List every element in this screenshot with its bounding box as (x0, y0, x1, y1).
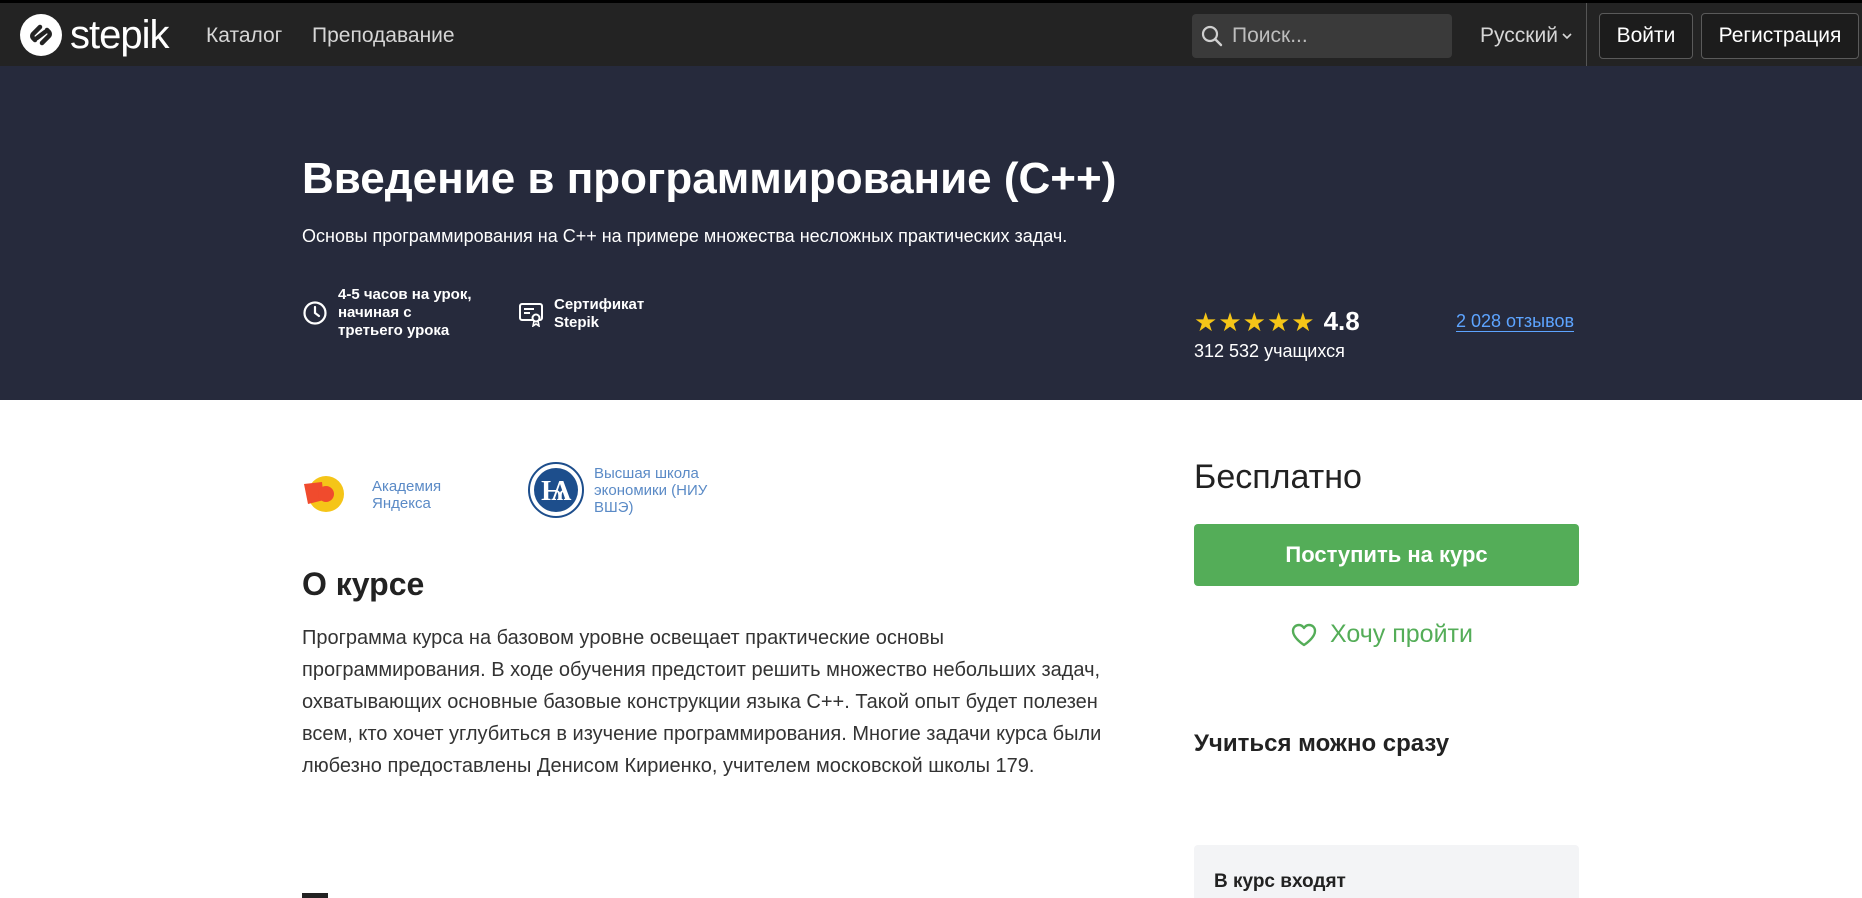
reviews-link[interactable]: 2 028 отзывов (1456, 311, 1575, 332)
search-icon (1200, 24, 1224, 48)
certificate-icon (518, 301, 544, 327)
course-subtitle: Основы программирования на C++ на пример… (302, 226, 1068, 246)
register-button[interactable]: Регистрация (1701, 13, 1859, 59)
workload-info: 4-5 часов на урок, начиная с третьего ур… (302, 286, 472, 340)
rating-value: 4.8 (1323, 306, 1360, 336)
star-icon: ★ (1266, 306, 1291, 337)
workload-text: 4-5 часов на урок, начиная с третьего ур… (338, 286, 472, 339)
partner-name: Высшая школа экономики (НИУ ВШЭ) (594, 464, 708, 516)
about-title: О курсе (302, 566, 425, 602)
about-text: Программа курса на базовом уровне освеща… (302, 627, 1102, 777)
nav-link-catalog[interactable]: Каталог (206, 24, 282, 48)
course-hero: Введение в программирование (C++) Основы… (0, 66, 1862, 400)
login-button[interactable]: Войти (1599, 13, 1693, 59)
wishlist-label: Хочу пройти (1330, 620, 1473, 648)
partner-name: Академия Яндекса (372, 478, 442, 512)
wishlist-button[interactable]: Хочу пройти (1290, 620, 1473, 649)
course-title: Введение в программирование (C++) (302, 154, 1117, 203)
includes-title: В курс входят (1214, 871, 1346, 892)
stepik-logo-icon (20, 14, 62, 56)
nav-divider (1586, 3, 1587, 69)
star-icon: ★ (1242, 306, 1266, 337)
stepik-logo[interactable]: stepik (20, 14, 169, 56)
language-label: Русский (1480, 24, 1558, 47)
search-input[interactable] (1232, 24, 1432, 48)
yandex-academy-logo-icon (302, 472, 348, 518)
certificate-info: Сертификат Stepik (518, 296, 648, 332)
star-icon: ★ (1218, 306, 1242, 337)
top-navbar: stepik Каталог Преподавание Русский Войт… (0, 0, 1862, 69)
hse-logo-icon: Ѩ (528, 462, 584, 518)
search-box[interactable] (1192, 14, 1452, 58)
chevron-down-icon (1562, 32, 1572, 40)
svg-text:Ѩ: Ѩ (541, 476, 572, 507)
star-icon: ★ (1291, 306, 1315, 337)
certificate-text: Сертификат Stepik (554, 296, 645, 331)
learners-count: 312 532 учащихся (1194, 341, 1345, 361)
nav-link-teaching[interactable]: Преподавание (312, 24, 455, 48)
enroll-button[interactable]: Поступить на курс (1194, 524, 1579, 586)
partner-yandex-academy[interactable]: Академия Яндекса (302, 472, 462, 518)
logo-text: stepik (70, 13, 169, 57)
course-price: Бесплатно (1194, 458, 1362, 496)
language-select[interactable]: Русский (1480, 24, 1572, 48)
clock-icon (302, 300, 328, 326)
learn-now-heading: Учиться можно сразу (1194, 730, 1450, 757)
next-section-heading (302, 880, 328, 898)
partner-hse[interactable]: Ѩ Высшая школа экономики (НИУ ВШЭ) (528, 462, 712, 518)
course-includes-box: В курс входят (1194, 845, 1579, 898)
rating-stars: ★ ★ ★ ★ ★ 4.8 (1194, 306, 1360, 337)
heart-icon (1290, 622, 1318, 648)
star-icon: ★ (1194, 306, 1218, 337)
